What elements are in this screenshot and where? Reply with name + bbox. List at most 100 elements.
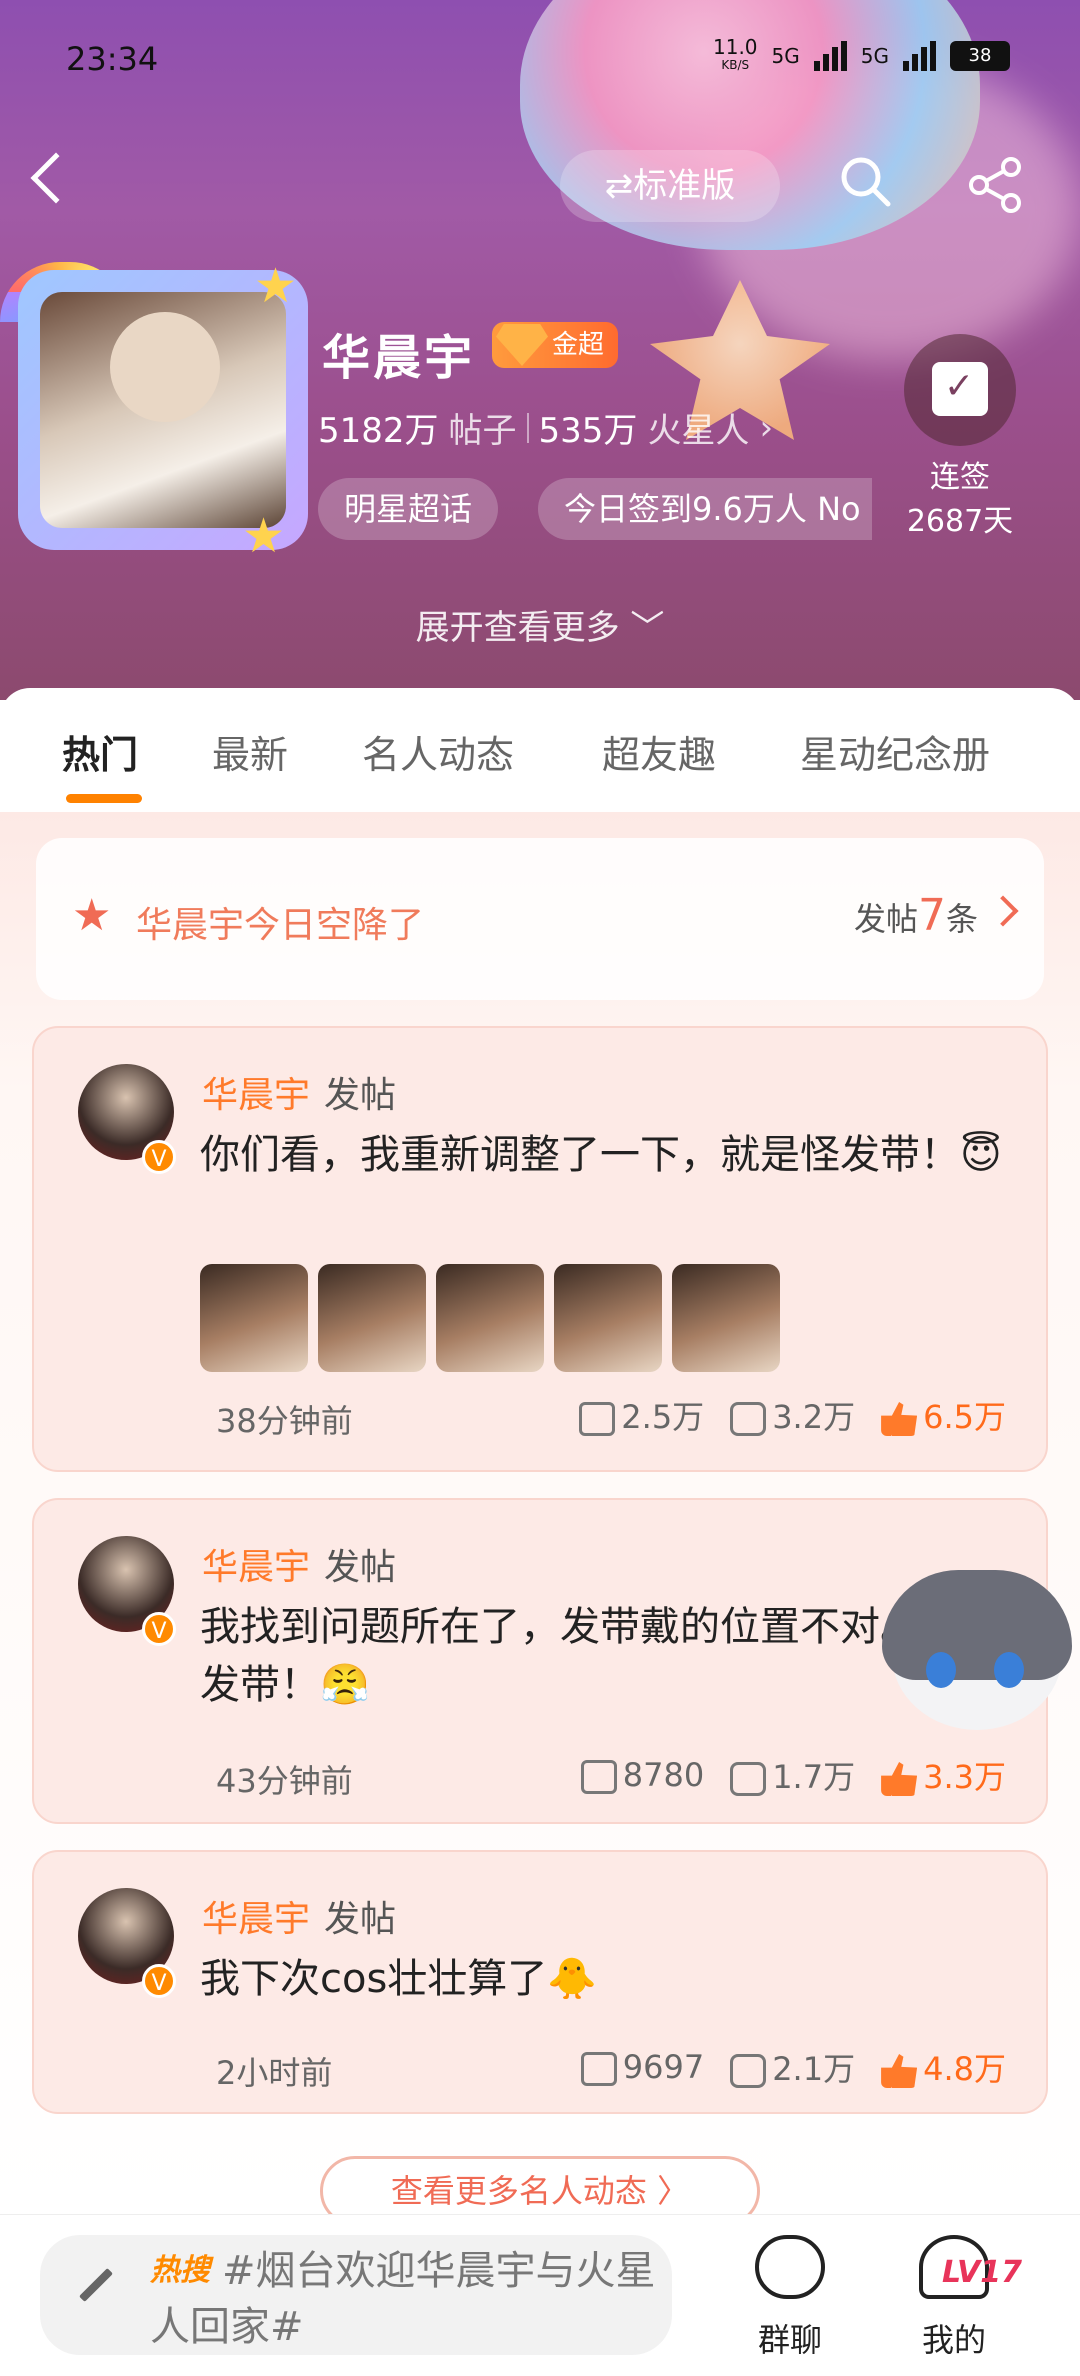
net-speed-value: 11.0 — [713, 35, 758, 59]
hot-search-box[interactable]: 热搜 #烟台欢迎华晨宇与火星人回家# — [40, 2235, 672, 2355]
checkin-button[interactable] — [904, 334, 1016, 446]
like-count: 6.5万 — [923, 1398, 1006, 1436]
gem-icon — [496, 324, 548, 366]
verified-icon: V — [142, 1140, 176, 1174]
star-icon: ★ — [254, 258, 298, 314]
battery-icon: 38 — [950, 41, 1010, 71]
share-icon — [580, 2052, 617, 2086]
star-icon: ★ — [242, 508, 286, 564]
post-actions: 2.5万 3.2万 6.5万 — [579, 1392, 1006, 1438]
tab-star-album[interactable]: 星动纪念册 — [800, 724, 990, 779]
post-body[interactable]: 我下次cos壮壮算了🐥 — [200, 1950, 1020, 2008]
profile-header: 23:34 11.0 KB/S 5G 5G 38 ⇄标准版 ★ ★ 华晨宇 金超… — [0, 0, 1080, 700]
share-count: 2.5万 — [621, 1398, 705, 1436]
comment-count: 1.7万 — [772, 1758, 856, 1796]
post-header: 华晨宇 发帖 — [202, 1890, 396, 1942]
author-name[interactable]: 华晨宇 — [202, 1075, 310, 1116]
verified-icon: V — [142, 1612, 176, 1646]
post-time: 43分钟前 — [216, 1762, 353, 1800]
share-icon[interactable] — [965, 155, 1025, 215]
comment-button[interactable]: 3.2万 — [730, 1392, 855, 1438]
airdrop-title: 华晨宇今日空降了 — [136, 905, 425, 946]
like-count: 3.3万 — [923, 1758, 1006, 1796]
post-actions: 9697 2.1万 4.8万 — [580, 2044, 1006, 2090]
profile-stats[interactable]: 5182万 帖子 535万 火星人 › — [318, 403, 773, 452]
fans-count: 535万 — [538, 411, 638, 451]
pen-icon — [79, 2268, 113, 2302]
like-button[interactable]: 4.8万 — [881, 2044, 1006, 2090]
expand-more-button[interactable]: 展开查看更多 ﹀ — [0, 600, 1080, 649]
mascot-eye — [994, 1652, 1024, 1688]
verified-icon: V — [142, 1964, 176, 1998]
thumbnail-image[interactable] — [436, 1264, 544, 1372]
gold-super-badge[interactable]: 金超 — [492, 322, 619, 368]
mine-button[interactable]: LV17 我的 — [894, 2235, 1022, 2361]
chevron-right-icon — [987, 895, 1019, 927]
hot-topic-text: #烟台欢迎华晨宇与火星人回家# — [150, 2248, 656, 2350]
bottom-bar: 热搜 #烟台欢迎华晨宇与火星人回家# 群聊 LV17 我的 — [0, 2214, 1080, 2376]
search-icon[interactable] — [838, 154, 892, 208]
share-count: 8780 — [622, 1756, 705, 1794]
mine-label: 我的 — [921, 2321, 986, 2359]
thumbnail-image[interactable] — [200, 1264, 308, 1372]
star-topic-chip[interactable]: 明星超话 — [318, 478, 499, 540]
floating-mascot[interactable] — [876, 1540, 1076, 1750]
comment-icon — [730, 1402, 767, 1436]
post-time: 2小时前 — [216, 2054, 333, 2092]
status-icons: 11.0 KB/S 5G 5G 38 — [713, 35, 1010, 74]
share-button[interactable]: 9697 — [580, 2048, 705, 2086]
thumbs-up-icon — [881, 1402, 918, 1436]
comment-button[interactable]: 1.7万 — [730, 1752, 855, 1798]
thumbnail-image[interactable] — [672, 1264, 780, 1372]
image-thumbnails — [200, 1264, 780, 1372]
airdrop-count: 发帖7条 — [854, 890, 978, 941]
thumbnail-image[interactable] — [554, 1264, 662, 1372]
like-count: 4.8万 — [923, 2050, 1006, 2088]
post-action: 发帖 — [324, 1899, 397, 1940]
comment-button[interactable]: 2.1万 — [730, 2044, 855, 2090]
comment-icon — [730, 1762, 767, 1796]
status-time: 23:34 — [66, 40, 159, 78]
airdrop-banner[interactable]: ★ 华晨宇今日空降了 发帖7条 — [36, 838, 1044, 1000]
share-count: 9697 — [622, 2048, 705, 2086]
like-button[interactable]: 3.3万 — [881, 1752, 1006, 1798]
group-chat-button[interactable]: 群聊 — [730, 2235, 850, 2361]
count-suffix: 条 — [945, 900, 978, 938]
post-card[interactable]: V 华晨宇 发帖 你们看，我重新调整了一下，就是怪发带！😇 38分钟前 2.5万 … — [32, 1026, 1048, 1472]
author-name[interactable]: 华晨宇 — [202, 1547, 310, 1588]
profile-name: 华晨宇 — [322, 330, 476, 386]
posts-unit: 帖子 — [448, 411, 517, 451]
checkin-label: 连签 — [930, 460, 990, 495]
post-body[interactable]: 我找到问题所在了，发带戴的位置不对。怪发带！😤 — [200, 1598, 960, 1714]
mode-switch-button[interactable]: ⇄标准版 — [560, 150, 780, 222]
post-time: 38分钟前 — [216, 1402, 353, 1440]
thumbs-up-icon — [881, 2054, 918, 2088]
star-icon: ★ — [72, 890, 112, 941]
count-value: 7 — [917, 890, 946, 941]
share-button[interactable]: 8780 — [580, 1756, 705, 1794]
posts-count: 5182万 — [318, 411, 439, 451]
like-button[interactable]: 6.5万 — [881, 1392, 1006, 1438]
calendar-check-icon — [932, 362, 988, 416]
tab-celebrity-updates[interactable]: 名人动态 — [362, 724, 514, 779]
net-speed: 11.0 KB/S — [713, 35, 758, 74]
back-icon[interactable] — [30, 152, 82, 204]
thumbnail-image[interactable] — [318, 1264, 426, 1372]
checkin-info: 连签 2687天 — [890, 456, 1030, 544]
post-action: 发帖 — [324, 1547, 397, 1588]
group-chat-icon — [755, 2235, 825, 2299]
share-button[interactable]: 2.5万 — [579, 1392, 704, 1438]
badge-label: 金超 — [552, 330, 605, 360]
checkin-rank-chip[interactable]: 今日签到9.6万人 No — [538, 478, 872, 540]
tab-latest[interactable]: 最新 — [212, 724, 288, 779]
tab-super-fun[interactable]: 超友趣 — [602, 724, 716, 779]
post-header: 华晨宇 发帖 — [202, 1538, 396, 1590]
post-header: 华晨宇 发帖 — [202, 1066, 396, 1118]
tab-active-indicator — [66, 794, 142, 803]
sim2-label: 5G — [860, 44, 889, 68]
thumbs-up-icon — [881, 1762, 918, 1796]
author-name[interactable]: 华晨宇 — [202, 1899, 310, 1940]
post-body[interactable]: 你们看，我重新调整了一下，就是怪发带！😇 — [200, 1126, 1020, 1184]
post-card[interactable]: V 华晨宇 发帖 我下次cos壮壮算了🐥 2小时前 9697 2.1万 4.8万 — [32, 1850, 1048, 2114]
tab-hot[interactable]: 热门 — [62, 724, 138, 779]
